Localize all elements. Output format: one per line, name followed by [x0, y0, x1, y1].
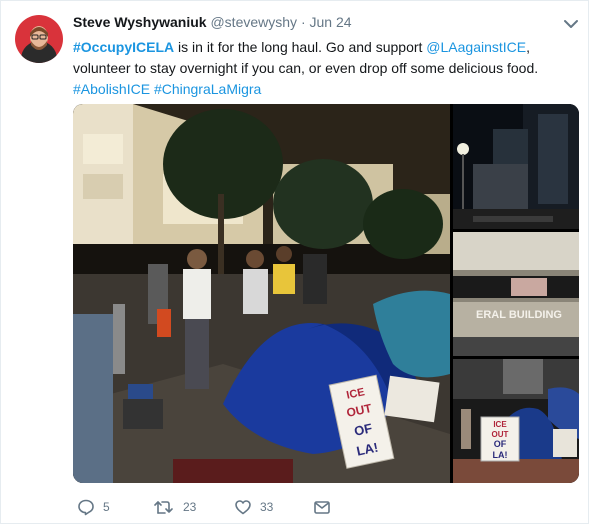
reply-count: 5: [103, 500, 110, 514]
hashtag-abolishice[interactable]: #AbolishICE: [73, 81, 150, 97]
chevron-down-icon[interactable]: [563, 17, 579, 29]
hashtag-occupyicela[interactable]: #OccupyICELA: [73, 39, 174, 55]
tweet-card: Steve Wyshywaniuk @stevewyshy · Jun 24 #…: [0, 0, 589, 524]
mention-laagainstice[interactable]: @LAagainstICE: [426, 39, 526, 55]
photo-main[interactable]: ICE OUT OF LA!: [73, 104, 450, 483]
photo-middle-right[interactable]: ERAL BUILDING: [453, 232, 579, 356]
tweet-date[interactable]: Jun 24: [310, 14, 352, 30]
retweet-button[interactable]: 23: [153, 495, 196, 519]
author-name[interactable]: Steve Wyshywaniuk: [73, 14, 207, 30]
retweet-icon: [153, 498, 175, 516]
like-button[interactable]: 33: [234, 495, 273, 519]
author-handle[interactable]: @stevewyshy: [210, 14, 297, 30]
photo-bottom-right[interactable]: ICE OUT OF LA!: [453, 359, 579, 483]
hashtag-chingralamigra[interactable]: #ChingraLaMigra: [154, 81, 261, 97]
right-sign-line3: OF: [494, 439, 507, 449]
tweet-actions: 5 23 33: [73, 495, 573, 519]
building-text: ERAL BUILDING: [476, 309, 562, 321]
right-sign-line2: OUT: [492, 430, 509, 439]
tweet-text-part1: is in it for the long haul. Go and suppo…: [174, 39, 427, 55]
photo-top-right[interactable]: [453, 104, 579, 229]
reply-icon: [77, 498, 95, 516]
reply-button[interactable]: 5: [77, 495, 110, 519]
like-count: 33: [260, 500, 274, 514]
envelope-icon: [313, 498, 331, 516]
direct-message-button[interactable]: [313, 495, 331, 519]
media-grid: ICE OUT OF LA! ERAL BUILDING ICE OUT OF …: [73, 104, 579, 483]
tweet-text: #OccupyICELA is in it for the long haul.…: [73, 37, 573, 100]
heart-icon: [234, 498, 252, 516]
retweet-count: 23: [183, 500, 197, 514]
header-separator: ·: [300, 14, 306, 30]
avatar[interactable]: [15, 15, 63, 63]
right-sign-line1: ICE: [493, 420, 507, 429]
tweet-header: Steve Wyshywaniuk @stevewyshy · Jun 24: [73, 14, 352, 30]
right-sign-line4: LA!: [493, 450, 508, 460]
